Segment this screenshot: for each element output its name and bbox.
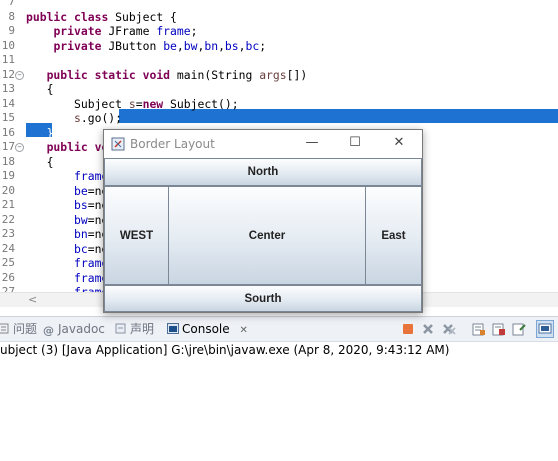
code-text: bs=ne: [74, 198, 109, 212]
display-console-icon[interactable]: [536, 320, 554, 338]
code-text: private JButton be,bw,bn,bs,bc;: [53, 38, 267, 53]
code-line: 11: [0, 53, 558, 68]
line-number: 19: [1, 169, 15, 182]
scroll-lock-icon[interactable]: [472, 322, 486, 336]
code-text: public class Subject {: [26, 9, 177, 24]
word-wrap-icon[interactable]: [492, 322, 506, 336]
east-button[interactable]: East: [365, 186, 422, 285]
code-text: s.go();: [74, 111, 123, 125]
tab-label: 问题: [13, 322, 38, 336]
console-status: ubject (3) [Java Application] G:\jre\bin…: [0, 343, 450, 357]
console-icon: [167, 318, 179, 334]
code-text: public vo: [46, 140, 109, 154]
javadoc-icon: @: [43, 324, 54, 337]
code-line: 15 s.go();: [0, 111, 558, 126]
minimize-button[interactable]: —: [290, 130, 334, 158]
code-text: bw=ne: [74, 212, 109, 227]
tab-declaration[interactable]: 声明: [115, 317, 154, 341]
line-number: 7: [8, 0, 15, 8]
remove-launch-icon[interactable]: [421, 322, 435, 336]
code-line: 8 public class Subject {: [0, 10, 558, 25]
line-number: 26: [1, 270, 15, 284]
tab-label: 声明: [130, 322, 155, 336]
line-number: 21: [1, 198, 15, 211]
line-number: 18: [1, 154, 15, 168]
code-text: Subject s=new Subject();: [26, 96, 239, 111]
fold-toggle-icon[interactable]: −: [15, 70, 24, 80]
tab-javadoc[interactable]: @ Javadoc: [43, 317, 105, 341]
line-number: 23: [1, 227, 15, 240]
maximize-button[interactable]: ☐: [333, 130, 377, 158]
south-button[interactable]: Sourth: [104, 285, 422, 312]
code-text: bc=ne: [74, 241, 109, 256]
line-number: 9: [8, 24, 15, 37]
code-text: }: [26, 125, 54, 140]
line-number: 14: [1, 96, 15, 110]
code-line: 7: [0, 0, 558, 10]
scroll-left-icon[interactable]: <: [28, 293, 37, 307]
code-text: bn=ne: [74, 227, 109, 241]
line-number: 13: [1, 82, 15, 95]
tab-problems[interactable]: 问题: [0, 317, 37, 341]
code-line: 12− public static void main(String args[…: [0, 68, 558, 83]
window-titlebar[interactable]: Border Layout — ☐ ✕: [104, 130, 422, 158]
close-button[interactable]: ✕: [377, 130, 421, 158]
tab-label: Console: [182, 322, 230, 336]
tab-console[interactable]: Console ✕: [167, 317, 248, 341]
line-number: 20: [1, 183, 15, 197]
line-number: 17: [1, 140, 15, 153]
line-number: 25: [1, 256, 15, 269]
line-number: 10: [1, 38, 15, 52]
line-number: 16: [1, 125, 15, 139]
code-line: 9 private JFrame frame;: [0, 24, 558, 39]
code-text: be=ne: [74, 183, 109, 198]
pin-console-icon[interactable]: [512, 322, 526, 336]
code-text: private JFrame frame;: [53, 24, 198, 38]
line-number: 22: [1, 212, 15, 226]
code-text: {: [26, 82, 54, 96]
code-line: 13 {: [0, 82, 558, 97]
terminate-icon[interactable]: [401, 322, 415, 336]
center-button[interactable]: Center: [168, 186, 366, 285]
code-text: frame: [74, 270, 109, 285]
declaration-icon: [115, 318, 126, 334]
fold-toggle-icon[interactable]: −: [15, 143, 24, 152]
line-number: 8: [8, 9, 15, 23]
line-number: 12: [1, 67, 15, 81]
code-text: frame: [74, 169, 109, 183]
line-number: 24: [1, 241, 15, 255]
north-button[interactable]: North: [104, 158, 422, 186]
code-text: {: [26, 154, 54, 169]
java-icon: [111, 137, 125, 151]
code-text: frame: [74, 256, 109, 270]
view-tab-bar: 问题 @ Javadoc 声明 Console ✕: [0, 316, 558, 342]
code-text: public static void main(String args[]): [46, 67, 308, 82]
problems-icon: [0, 318, 9, 334]
line-number: 15: [1, 111, 15, 124]
window-title: Border Layout: [130, 137, 215, 151]
line-number: 11: [1, 53, 15, 66]
code-line: 14 Subject s=new Subject();: [0, 97, 558, 112]
border-layout-window[interactable]: Border Layout — ☐ ✕ North WEST Center Ea…: [103, 129, 423, 313]
tab-label: Javadoc: [58, 322, 105, 336]
remove-all-icon[interactable]: [442, 322, 456, 336]
close-icon[interactable]: ✕: [239, 325, 247, 336]
west-button[interactable]: WEST: [104, 186, 169, 285]
code-line: 10 private JButton be,bw,bn,bs,bc;: [0, 39, 558, 54]
